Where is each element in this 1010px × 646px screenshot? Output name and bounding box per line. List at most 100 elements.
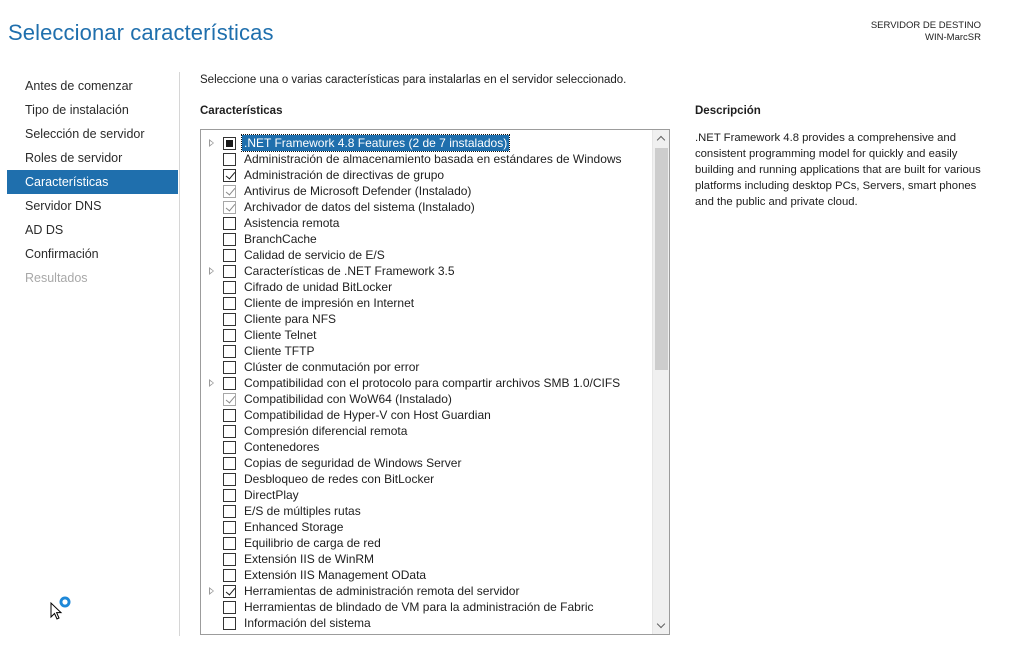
feature-checkbox[interactable] xyxy=(223,473,236,486)
feature-row[interactable]: Compatibilidad con WoW64 (Instalado) xyxy=(201,391,651,407)
nav-item-0[interactable]: Antes de comenzar xyxy=(7,74,178,98)
feature-checkbox[interactable] xyxy=(223,457,236,470)
feature-checkbox[interactable] xyxy=(223,265,236,278)
feature-label: Archivador de datos del sistema (Instala… xyxy=(244,200,475,214)
feature-row[interactable]: Clúster de conmutación por error xyxy=(201,359,651,375)
feature-checkbox[interactable] xyxy=(223,361,236,374)
feature-label: Cliente TFTP xyxy=(244,344,315,358)
expand-arrow-icon[interactable] xyxy=(209,139,214,147)
feature-row[interactable]: Administración de almacenamiento basada … xyxy=(201,151,651,167)
feature-row[interactable]: Desbloqueo de redes con BitLocker xyxy=(201,471,651,487)
instruction-text: Seleccione una o varias características … xyxy=(200,74,627,86)
feature-checkbox[interactable] xyxy=(223,553,236,566)
feature-checkbox[interactable] xyxy=(223,169,236,182)
features-listbox[interactable]: .NET Framework 4.8 Features (2 de 7 inst… xyxy=(200,129,670,635)
feature-checkbox[interactable] xyxy=(223,585,236,598)
feature-label: Administración de almacenamiento basada … xyxy=(244,152,622,166)
feature-label: Información del sistema xyxy=(244,616,371,630)
feature-row[interactable]: Compatibilidad con el protocolo para com… xyxy=(201,375,651,391)
nav-item-1[interactable]: Tipo de instalación xyxy=(7,98,178,122)
feature-checkbox[interactable] xyxy=(223,249,236,262)
feature-row[interactable]: Cliente para NFS xyxy=(201,311,651,327)
feature-checkbox[interactable] xyxy=(223,377,236,390)
feature-checkbox[interactable] xyxy=(223,137,236,150)
feature-row[interactable]: Herramientas de blindado de VM para la a… xyxy=(201,599,651,615)
feature-row[interactable]: Cliente de impresión en Internet xyxy=(201,295,651,311)
feature-checkbox[interactable] xyxy=(223,441,236,454)
feature-checkbox[interactable] xyxy=(223,409,236,422)
feature-row[interactable]: Contenedores xyxy=(201,439,651,455)
feature-label: Calidad de servicio de E/S xyxy=(244,248,385,262)
vertical-scrollbar[interactable] xyxy=(652,130,669,634)
feature-label: Compatibilidad con WoW64 (Instalado) xyxy=(244,392,452,406)
feature-label: Cliente para NFS xyxy=(244,312,337,326)
destination-server: SERVIDOR DE DESTINO WIN-MarcSR xyxy=(871,20,981,44)
feature-label: Compatibilidad de Hyper-V con Host Guard… xyxy=(244,408,491,422)
feature-row[interactable]: Extensión IIS de WinRM xyxy=(201,551,651,567)
feature-checkbox[interactable] xyxy=(223,153,236,166)
feature-label: Contenedores xyxy=(244,440,320,454)
feature-row[interactable]: Asistencia remota xyxy=(201,215,651,231)
feature-row[interactable]: Extensión IIS Management OData xyxy=(201,567,651,583)
feature-row[interactable]: E/S de múltiples rutas xyxy=(201,503,651,519)
nav-item-8: Resultados xyxy=(25,271,88,285)
feature-checkbox[interactable] xyxy=(223,489,236,502)
feature-checkbox[interactable] xyxy=(223,217,236,230)
expand-arrow-icon[interactable] xyxy=(209,587,214,595)
feature-checkbox[interactable] xyxy=(223,345,236,358)
feature-row[interactable]: Equilibrio de carga de red xyxy=(201,535,651,551)
feature-row[interactable]: Cliente Telnet xyxy=(201,327,651,343)
feature-label: Características de .NET Framework 3.5 xyxy=(244,264,455,278)
feature-row[interactable]: Enhanced Storage xyxy=(201,519,651,535)
feature-label: Antivirus de Microsoft Defender (Instala… xyxy=(244,184,472,198)
feature-checkbox[interactable] xyxy=(223,297,236,310)
feature-row[interactable]: Información del sistema xyxy=(201,615,651,631)
nav-item-3[interactable]: Roles de servidor xyxy=(7,146,178,170)
feature-label: Administración de directivas de grupo xyxy=(244,168,445,182)
feature-checkbox[interactable] xyxy=(223,425,236,438)
feature-row[interactable]: Cifrado de unidad BitLocker xyxy=(201,279,651,295)
feature-row[interactable]: Herramientas de administración remota de… xyxy=(201,583,651,599)
feature-row[interactable]: DirectPlay xyxy=(201,487,651,503)
feature-checkbox[interactable] xyxy=(223,329,236,342)
feature-row[interactable]: Calidad de servicio de E/S xyxy=(201,247,651,263)
feature-checkbox[interactable] xyxy=(223,233,236,246)
feature-checkbox[interactable] xyxy=(223,313,236,326)
features-list: .NET Framework 4.8 Features (2 de 7 inst… xyxy=(201,134,651,631)
feature-label: Compresión diferencial remota xyxy=(244,424,408,438)
feature-row[interactable]: BranchCache xyxy=(201,231,651,247)
feature-label: Enhanced Storage xyxy=(244,520,344,534)
description-text: .NET Framework 4.8 provides a comprehens… xyxy=(695,132,981,208)
feature-checkbox[interactable] xyxy=(223,569,236,582)
scrollbar-thumb[interactable] xyxy=(655,148,668,370)
feature-checkbox[interactable] xyxy=(223,537,236,550)
expand-arrow-icon[interactable] xyxy=(209,379,214,387)
feature-row[interactable]: Administración de directivas de grupo xyxy=(201,167,651,183)
nav-item-4[interactable]: Características xyxy=(7,170,178,194)
nav-item-2[interactable]: Selección de servidor xyxy=(7,122,178,146)
feature-checkbox[interactable] xyxy=(223,601,236,614)
feature-label: Asistencia remota xyxy=(244,216,340,230)
nav-item-7[interactable]: Confirmación xyxy=(7,242,178,266)
feature-row[interactable]: Cliente TFTP xyxy=(201,343,651,359)
scroll-down-icon[interactable] xyxy=(653,617,669,634)
nav-item-5[interactable]: Servidor DNS xyxy=(7,194,178,218)
wizard-nav: Antes de comenzar Tipo de instalación Sele… xyxy=(7,74,178,290)
feature-label: Clúster de conmutación por error xyxy=(244,360,420,374)
feature-row[interactable]: .NET Framework 4.8 Features (2 de 7 inst… xyxy=(201,134,651,152)
nav-item-6[interactable]: AD DS xyxy=(7,218,178,242)
feature-row[interactable]: Antivirus de Microsoft Defender (Instala… xyxy=(201,183,651,199)
feature-row[interactable]: Compresión diferencial remota xyxy=(201,423,651,439)
feature-label: Cifrado de unidad BitLocker xyxy=(244,280,393,294)
feature-checkbox[interactable] xyxy=(223,505,236,518)
scroll-up-icon[interactable] xyxy=(653,130,669,147)
destination-server-name: WIN-MarcSR xyxy=(925,32,981,43)
feature-checkbox[interactable] xyxy=(223,521,236,534)
feature-row[interactable]: Archivador de datos del sistema (Instala… xyxy=(201,199,651,215)
feature-checkbox[interactable] xyxy=(223,617,236,630)
feature-checkbox[interactable] xyxy=(223,281,236,294)
feature-row[interactable]: Características de .NET Framework 3.5 xyxy=(201,263,651,279)
expand-arrow-icon[interactable] xyxy=(209,267,214,275)
feature-row[interactable]: Copias de seguridad de Windows Server xyxy=(201,455,651,471)
feature-row[interactable]: Compatibilidad de Hyper-V con Host Guard… xyxy=(201,407,651,423)
